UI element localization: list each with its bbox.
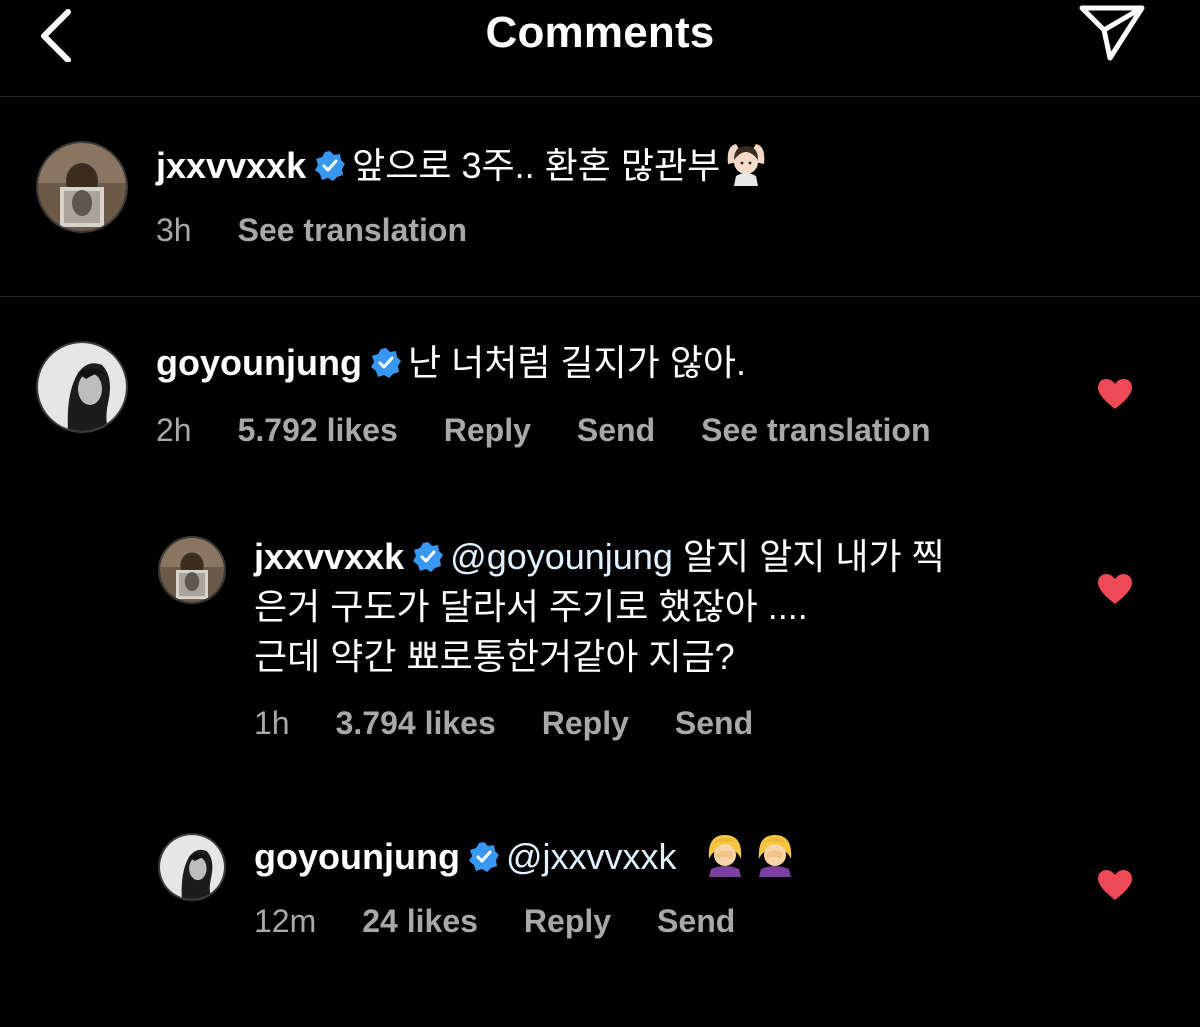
avatar[interactable] (36, 141, 128, 233)
comment-timestamp: 1h (254, 705, 290, 741)
see-translation-link[interactable]: See translation (238, 212, 467, 248)
comment-body: 알지 알지 내가 찍 (682, 536, 945, 577)
heart-icon[interactable] (1097, 378, 1133, 410)
comment: jxxvvxxk @goyounjung 알지 알지 내가 찍 은거 구도가 달라… (254, 532, 1074, 682)
divider (0, 296, 1200, 297)
woman-facepalming-emoji-icon (758, 835, 791, 877)
comment-timestamp: 2h (156, 412, 192, 448)
share-button[interactable] (1076, 0, 1148, 62)
avatar[interactable] (36, 341, 128, 433)
send-button[interactable]: Send (675, 705, 753, 741)
comment-body: 난 너처럼 길지가 않아. (407, 342, 747, 383)
likes-count[interactable]: 24 likes (362, 903, 478, 939)
comment-meta: 12m 24 likes Reply Send (254, 903, 781, 940)
comment-body-line: 은거 구도가 달라서 주기로 했잖아 .... (254, 586, 808, 627)
caption-text: jxxvvxxk 앞으로 3주.. 환혼 많관부 (156, 138, 1136, 191)
verified-badge-icon (370, 348, 401, 378)
comment-username[interactable]: goyounjung (254, 836, 460, 877)
likes-count[interactable]: 3.794 likes (336, 705, 496, 741)
heart-icon[interactable] (1097, 573, 1133, 605)
comment-timestamp: 3h (156, 212, 192, 248)
comment-username[interactable]: goyounjung (156, 342, 362, 383)
likes-count[interactable]: 5.792 likes (238, 412, 398, 448)
mention-link[interactable]: @jxxvvxxk (506, 836, 677, 877)
comment-body: 앞으로 3주.. 환혼 많관부 (352, 145, 721, 186)
reply-button[interactable]: Reply (542, 705, 629, 741)
send-button[interactable]: Send (577, 412, 655, 448)
send-button[interactable]: Send (657, 903, 735, 939)
person-gesturing-ok-emoji-icon (727, 144, 765, 186)
paper-plane-icon (1079, 5, 1145, 61)
mention-link[interactable]: @goyounjung (450, 536, 673, 577)
avatar[interactable] (158, 536, 226, 604)
reply-button[interactable]: Reply (444, 412, 531, 448)
verified-badge-icon (315, 151, 346, 181)
comment-meta: 2h 5.792 likes Reply Send See translation (156, 412, 977, 449)
header-bar: Comments (0, 0, 1200, 97)
comment-body-line: 근데 약간 뾰로통한거같아 지금? (254, 636, 735, 677)
caption-meta: 3h See translation (156, 212, 513, 249)
verified-badge-icon (468, 842, 499, 872)
page-title: Comments (485, 8, 715, 57)
woman-facepalming-emoji-icon (708, 835, 741, 877)
see-translation-link[interactable]: See translation (701, 412, 930, 448)
comment: goyounjung 난 너처럼 길지가 않아. (156, 338, 1076, 388)
verified-badge-icon (413, 542, 444, 572)
comment-meta: 1h 3.794 likes Reply Send (254, 705, 799, 742)
comment-line: jxxvvxxk @goyounjung 알지 알지 내가 찍 (254, 532, 1074, 582)
reply-button[interactable]: Reply (524, 903, 611, 939)
comment-username[interactable]: jxxvvxxk (156, 145, 306, 186)
comment-username[interactable]: jxxvvxxk (254, 536, 404, 577)
comment-timestamp: 12m (254, 903, 317, 939)
avatar[interactable] (158, 833, 226, 901)
heart-icon[interactable] (1097, 869, 1133, 901)
comment: goyounjung @jxxvvxxk (254, 829, 1074, 882)
